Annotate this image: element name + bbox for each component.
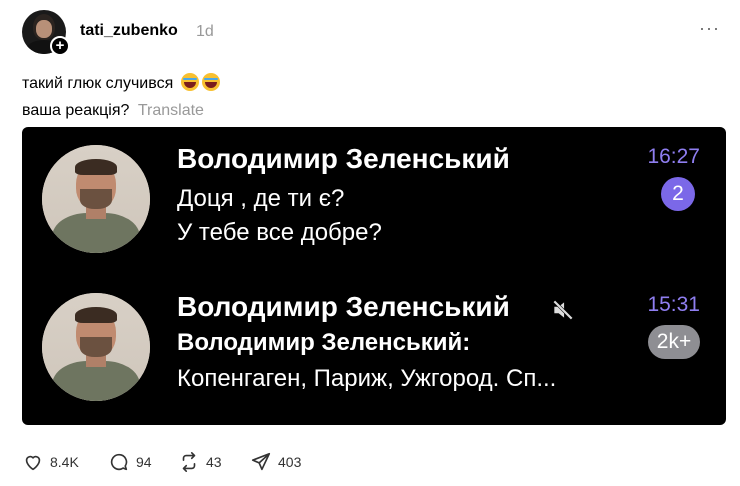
- laughing-crying-emoji-icon: [201, 73, 220, 91]
- chat-avatar: [42, 293, 150, 401]
- username[interactable]: tati_zubenko: [80, 22, 178, 40]
- repost-count: 43: [206, 454, 222, 470]
- like-button[interactable]: 8.4K: [22, 450, 79, 474]
- like-count: 8.4K: [50, 454, 79, 470]
- share-count: 403: [278, 454, 302, 470]
- more-options-icon[interactable]: ···: [699, 18, 720, 39]
- translate-link[interactable]: Translate: [138, 102, 204, 119]
- repost-icon: [182, 452, 196, 472]
- repost-button[interactable]: 43: [178, 450, 222, 474]
- comment-button[interactable]: 94: [108, 450, 152, 474]
- follow-plus-icon[interactable]: +: [50, 36, 70, 56]
- unread-count-badge: 2: [661, 177, 695, 211]
- post-text: такий глюк случився ваша реакція? Transl…: [22, 70, 220, 124]
- chat-name: Володимир Зеленський: [177, 291, 510, 322]
- send-icon: [251, 452, 271, 471]
- chat-time: 15:31: [647, 293, 700, 316]
- chat-message-line: Доця , де ти є?: [177, 185, 345, 212]
- comment-icon: [110, 453, 128, 471]
- muted-speaker-icon: [552, 299, 574, 321]
- heart-icon: [25, 455, 41, 471]
- unread-count-badge: 2k+: [648, 325, 700, 359]
- share-button[interactable]: 403: [250, 450, 301, 474]
- chat-message-line: Володимир Зеленський:: [177, 329, 471, 356]
- chat-avatar: [42, 145, 150, 253]
- post-image-chat-screenshot[interactable]: Володимир Зеленський Доця , де ти є? У т…: [22, 127, 726, 425]
- chat-message-line: Копенгаген, Париж, Ужгород. Сп...: [177, 365, 557, 392]
- chat-item: Володимир Зеленський Володимир Зеленськи…: [22, 285, 726, 415]
- post-header: + tati_zubenko 1d ···: [22, 10, 722, 56]
- chat-item: Володимир Зеленський Доця , де ти є? У т…: [22, 137, 726, 267]
- post-text-line1: такий глюк случився: [22, 75, 174, 92]
- post-time: 1d: [196, 23, 214, 40]
- chat-message-line: У тебе все добре?: [177, 219, 382, 246]
- post-text-line2: ваша реакція?: [22, 102, 130, 119]
- comment-count: 94: [136, 454, 152, 470]
- laughing-crying-emoji-icon: [180, 73, 199, 91]
- chat-time: 16:27: [647, 145, 700, 168]
- chat-name: Володимир Зеленський: [177, 143, 510, 174]
